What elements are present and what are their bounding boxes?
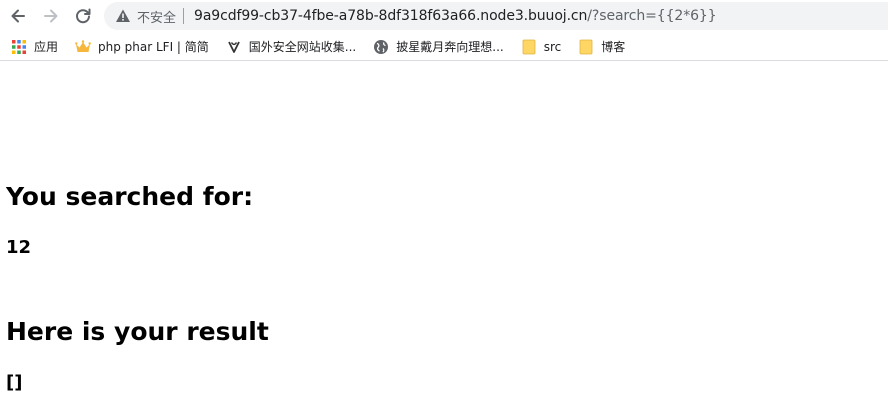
bookmark-label: 博客 [601, 40, 626, 54]
searched-value: 12 [6, 237, 32, 258]
warning-triangle-icon[interactable] [115, 8, 131, 24]
apps-grid-icon [11, 39, 27, 55]
globe-icon [373, 39, 389, 55]
bookmark-dream-blog[interactable]: 披星戴月奔向理想... [373, 35, 504, 59]
url-path: /?search={{2*6}} [587, 8, 717, 24]
folder-icon [578, 39, 594, 55]
url-divider [183, 8, 185, 24]
arrow-right-icon [44, 9, 58, 23]
folder-icon [521, 39, 537, 55]
browser-toolbar: 不安全 9a9cdf99-cb37-4fbe-a78b-8df318f63a66… [0, 0, 888, 33]
reload-icon [76, 8, 91, 24]
crown-icon [75, 39, 91, 55]
bookmark-label: 披星戴月奔向理想... [396, 40, 504, 54]
bookmark-label: src [543, 39, 562, 54]
bookmark-label: 应用 [34, 40, 59, 54]
security-label[interactable]: 不安全 [137, 7, 176, 26]
bookmark-security-sites[interactable]: 国外安全网站收集... [226, 35, 356, 59]
forward-button[interactable] [38, 4, 64, 28]
bookmark-php-phar-lfi[interactable]: php phar LFI | 简简 [75, 35, 209, 59]
result-value: [] [6, 372, 23, 393]
bookmark-label: php phar LFI | 简简 [98, 40, 209, 54]
arrow-left-icon [11, 9, 25, 23]
result-heading: Here is your result [6, 317, 269, 346]
bookmark-folder-blog[interactable]: 博客 [578, 35, 625, 59]
bookmark-apps[interactable]: 应用 [11, 35, 58, 59]
address-bar[interactable]: 不安全 9a9cdf99-cb37-4fbe-a78b-8df318f63a66… [104, 2, 888, 30]
reload-button[interactable] [70, 4, 96, 28]
back-button[interactable] [5, 4, 31, 28]
url-text[interactable]: 9a9cdf99-cb37-4fbe-a78b-8df318f63a66.nod… [194, 8, 717, 24]
searched-heading: You searched for: [6, 182, 254, 211]
bookmark-label: 国外安全网站收集... [248, 40, 357, 54]
site-favicon-icon [226, 39, 242, 55]
url-host: 9a9cdf99-cb37-4fbe-a78b-8df318f63a66.nod… [194, 8, 588, 24]
bookmarks-bar: 应用 php phar LFI | 简简 国外安全网站收集... 披星戴月奔向理… [0, 33, 888, 61]
bookmark-folder-src[interactable]: src [521, 35, 562, 59]
